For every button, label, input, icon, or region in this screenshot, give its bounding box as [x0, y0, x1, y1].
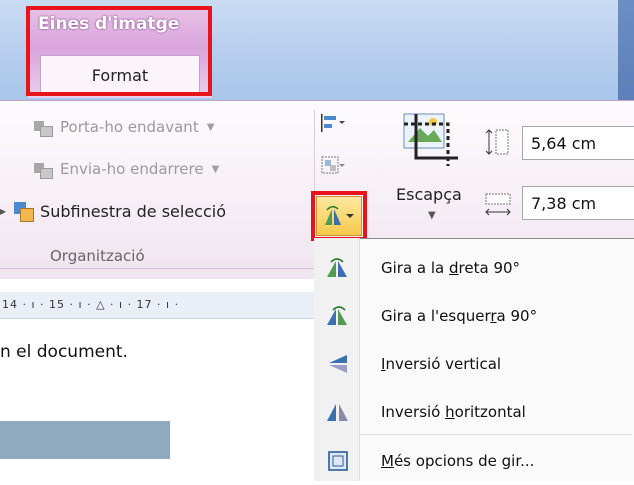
send-backward-label: Envia-ho endarrere: [60, 160, 204, 178]
rotate-left-icon: [315, 292, 361, 340]
menu-item-rotate-left[interactable]: Gira a l'esquerra 90°: [315, 292, 633, 340]
selection-pane-icon: [12, 200, 35, 222]
chevron-down-icon[interactable]: ▼: [428, 210, 436, 221]
group-bottom-line: [0, 268, 314, 269]
group-label-arrange: Organització: [50, 247, 145, 265]
shape-width-icon: [485, 193, 511, 216]
shape-width-input[interactable]: 7,38 cm: [522, 186, 634, 220]
chevron-down-icon: ▼: [206, 121, 215, 133]
selection-pane-button[interactable]: ▸ Subfinestra de selecció: [0, 200, 226, 222]
menu-item-label: Més opcions de gir...: [381, 452, 535, 470]
menu-item-flip-vertical[interactable]: Inversió vertical: [315, 340, 633, 388]
arrow-left-icon: ▸: [0, 204, 7, 218]
group-objects-icon[interactable]: [320, 155, 346, 177]
rotation-options-icon: [315, 437, 361, 485]
menu-item-label: Gira a la dreta 90°: [381, 259, 521, 277]
menu-separator: [360, 434, 632, 435]
bring-forward-label: Porta-ho endavant: [60, 118, 199, 136]
shape-height-icon: [485, 129, 509, 155]
menu-item-more-rotation-options[interactable]: Més opcions de gir...: [315, 437, 633, 485]
document-shape[interactable]: [0, 421, 170, 459]
rotate-right-icon: [315, 244, 361, 292]
bring-forward-icon: [32, 118, 54, 137]
flip-horizontal-icon: [315, 388, 361, 436]
menu-item-rotate-right[interactable]: Gira a la dreta 90°: [315, 244, 633, 292]
highlight-box-rotate: [311, 191, 367, 241]
ruler-ticks: 14 · ı · 15 · ı · △ · ı · 17 · ı ·: [2, 298, 180, 311]
horizontal-ruler[interactable]: 14 · ı · 15 · ı · △ · ı · 17 · ı ·: [0, 292, 314, 319]
menu-item-label: Gira a l'esquerra 90°: [381, 307, 538, 325]
flip-vertical-icon: [315, 340, 361, 388]
menu-item-label: Inversió horitzontal: [381, 403, 526, 421]
send-backward-button[interactable]: Envia-ho endarrere ▼: [32, 160, 220, 179]
align-icon[interactable]: [320, 112, 346, 134]
menu-item-flip-horizontal[interactable]: Inversió horitzontal: [315, 388, 633, 436]
bring-forward-button[interactable]: Porta-ho endavant ▼: [32, 118, 215, 137]
selection-pane-label: Subfinestra de selecció: [40, 201, 227, 221]
send-backward-icon: [32, 160, 54, 179]
window-edge: [618, 0, 634, 100]
crop-button-label[interactable]: Escapça: [396, 185, 462, 204]
document-text: n el document.: [0, 342, 128, 362]
shape-height-input[interactable]: 5,64 cm: [522, 126, 634, 160]
highlight-box-context-tab: [26, 6, 212, 96]
crop-icon[interactable]: [400, 110, 462, 168]
menu-item-label: Inversió vertical: [381, 355, 502, 373]
chevron-down-icon: ▼: [211, 163, 220, 175]
